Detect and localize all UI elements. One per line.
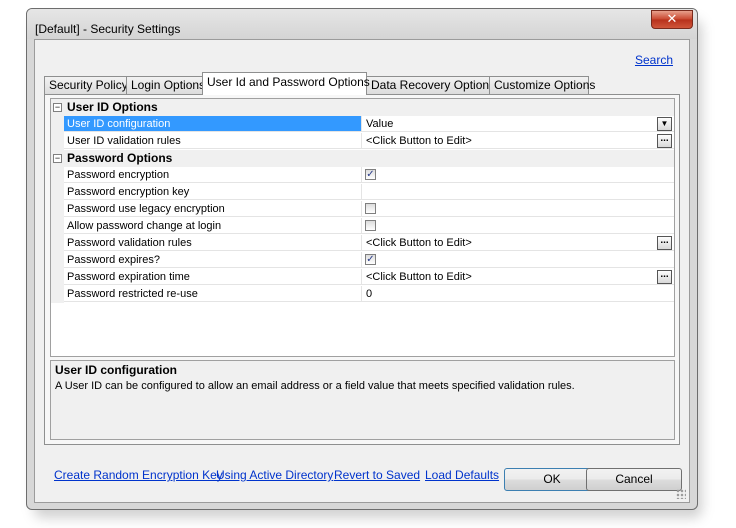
property-name: Allow password change at login xyxy=(64,218,362,234)
property-grid: − User ID Options User ID configuration … xyxy=(50,98,675,357)
property-name: Password use legacy encryption xyxy=(64,201,362,217)
row-gutter xyxy=(51,218,64,235)
property-row-password-expiration-time[interactable]: Password expiration time <Click Button t… xyxy=(51,269,674,286)
row-gutter xyxy=(51,167,64,184)
tab-customize-options[interactable]: Customize Options xyxy=(489,76,595,94)
property-row-user-id-validation-rules[interactable]: User ID validation rules <Click Button t… xyxy=(51,133,674,150)
edit-ellipsis-button[interactable]: ... xyxy=(657,134,672,148)
using-active-directory-link[interactable]: Using Active Directory xyxy=(216,468,333,482)
property-row-password-encryption-key[interactable]: Password encryption key xyxy=(51,184,674,201)
search-link[interactable]: Search xyxy=(635,53,673,67)
property-value[interactable]: <Click Button to Edit> ... xyxy=(362,133,674,149)
dropdown-button[interactable]: ▼ xyxy=(657,117,672,131)
edit-ellipsis-button[interactable]: ... xyxy=(657,236,672,250)
property-row-password-validation-rules[interactable]: Password validation rules <Click Button … xyxy=(51,235,674,252)
category-label: Password Options xyxy=(67,151,173,165)
property-value-text: Value xyxy=(366,118,394,130)
security-settings-window: [Default] - Security Settings ✕ Search S… xyxy=(26,8,698,510)
row-gutter xyxy=(51,184,64,201)
row-gutter xyxy=(51,133,64,150)
checkbox-checked[interactable]: ✓ xyxy=(365,169,376,180)
revert-to-saved-link[interactable]: Revert to Saved xyxy=(334,468,420,482)
property-value[interactable]: ✓ xyxy=(362,167,674,183)
property-row-allow-password-change-at-login[interactable]: Allow password change at login xyxy=(51,218,674,235)
category-label: User ID Options xyxy=(67,100,158,114)
property-value[interactable]: Value ▼ xyxy=(362,116,674,132)
property-value[interactable]: <Click Button to Edit> ... xyxy=(362,235,674,251)
property-row-password-expires[interactable]: Password expires? ✓ xyxy=(51,252,674,269)
property-name: Password restricted re-use xyxy=(64,286,362,302)
property-value[interactable]: ✓ xyxy=(362,252,674,268)
property-name: Password encryption key xyxy=(64,184,362,200)
row-gutter xyxy=(51,252,64,269)
checkbox-unchecked[interactable] xyxy=(365,220,376,231)
description-pane: User ID configuration A User ID can be c… xyxy=(50,360,675,440)
checkbox-checked[interactable]: ✓ xyxy=(365,254,376,265)
property-value[interactable] xyxy=(362,184,674,200)
tab-panel: − User ID Options User ID configuration … xyxy=(44,94,680,445)
create-random-encryption-key-link[interactable]: Create Random Encryption Key xyxy=(54,468,223,482)
tab-user-id-and-password-options[interactable]: User Id and Password Options xyxy=(202,72,370,95)
edit-ellipsis-button[interactable]: ... xyxy=(657,270,672,284)
property-row-password-restricted-re-use[interactable]: Password restricted re-use 0 xyxy=(51,286,674,303)
property-row-user-id-configuration[interactable]: User ID configuration Value ▼ xyxy=(51,116,674,133)
collapse-icon[interactable]: − xyxy=(53,103,62,112)
property-name: Password expiration time xyxy=(64,269,362,285)
tab-data-recovery-options[interactable]: Data Recovery Options xyxy=(366,76,495,94)
row-gutter xyxy=(51,235,64,252)
property-value-text: <Click Button to Edit> xyxy=(366,271,472,283)
row-gutter xyxy=(51,116,64,133)
window-title: [Default] - Security Settings xyxy=(35,22,181,36)
property-name: User ID validation rules xyxy=(64,133,362,149)
property-value[interactable] xyxy=(362,218,674,234)
title-bar[interactable]: [Default] - Security Settings ✕ xyxy=(27,9,697,39)
close-button[interactable]: ✕ xyxy=(651,10,693,29)
row-gutter xyxy=(51,269,64,286)
property-name: Password expires? xyxy=(64,252,362,268)
property-value-text: <Click Button to Edit> xyxy=(366,237,472,249)
property-value[interactable] xyxy=(362,201,674,217)
property-row-password-use-legacy-encryption[interactable]: Password use legacy encryption xyxy=(51,201,674,218)
row-gutter xyxy=(51,201,64,218)
description-text: A User ID can be configured to allow an … xyxy=(55,380,575,392)
chevron-down-icon: ▼ xyxy=(660,119,669,128)
dialog-client-area: Search Security Policy Login Options Use… xyxy=(34,39,690,503)
tab-security-policy[interactable]: Security Policy xyxy=(44,76,128,94)
category-user-id-options[interactable]: − User ID Options xyxy=(51,99,674,116)
property-row-password-encryption[interactable]: Password encryption ✓ xyxy=(51,167,674,184)
resize-grip-icon[interactable] xyxy=(676,489,686,499)
property-name: Password encryption xyxy=(64,167,362,183)
property-value[interactable]: <Click Button to Edit> ... xyxy=(362,269,674,285)
close-icon: ✕ xyxy=(666,11,678,26)
load-defaults-link[interactable]: Load Defaults xyxy=(425,468,499,482)
collapse-icon[interactable]: − xyxy=(53,154,62,163)
row-gutter xyxy=(51,286,64,303)
cancel-button[interactable]: Cancel xyxy=(586,468,682,491)
tab-login-options[interactable]: Login Options xyxy=(126,76,205,94)
category-password-options[interactable]: − Password Options xyxy=(51,150,674,167)
property-value[interactable]: 0 xyxy=(362,286,674,302)
checkbox-unchecked[interactable] xyxy=(365,203,376,214)
property-name: Password validation rules xyxy=(64,235,362,251)
property-value-text: <Click Button to Edit> xyxy=(366,135,472,147)
description-title: User ID configuration xyxy=(55,363,178,377)
property-name: User ID configuration xyxy=(64,116,362,132)
